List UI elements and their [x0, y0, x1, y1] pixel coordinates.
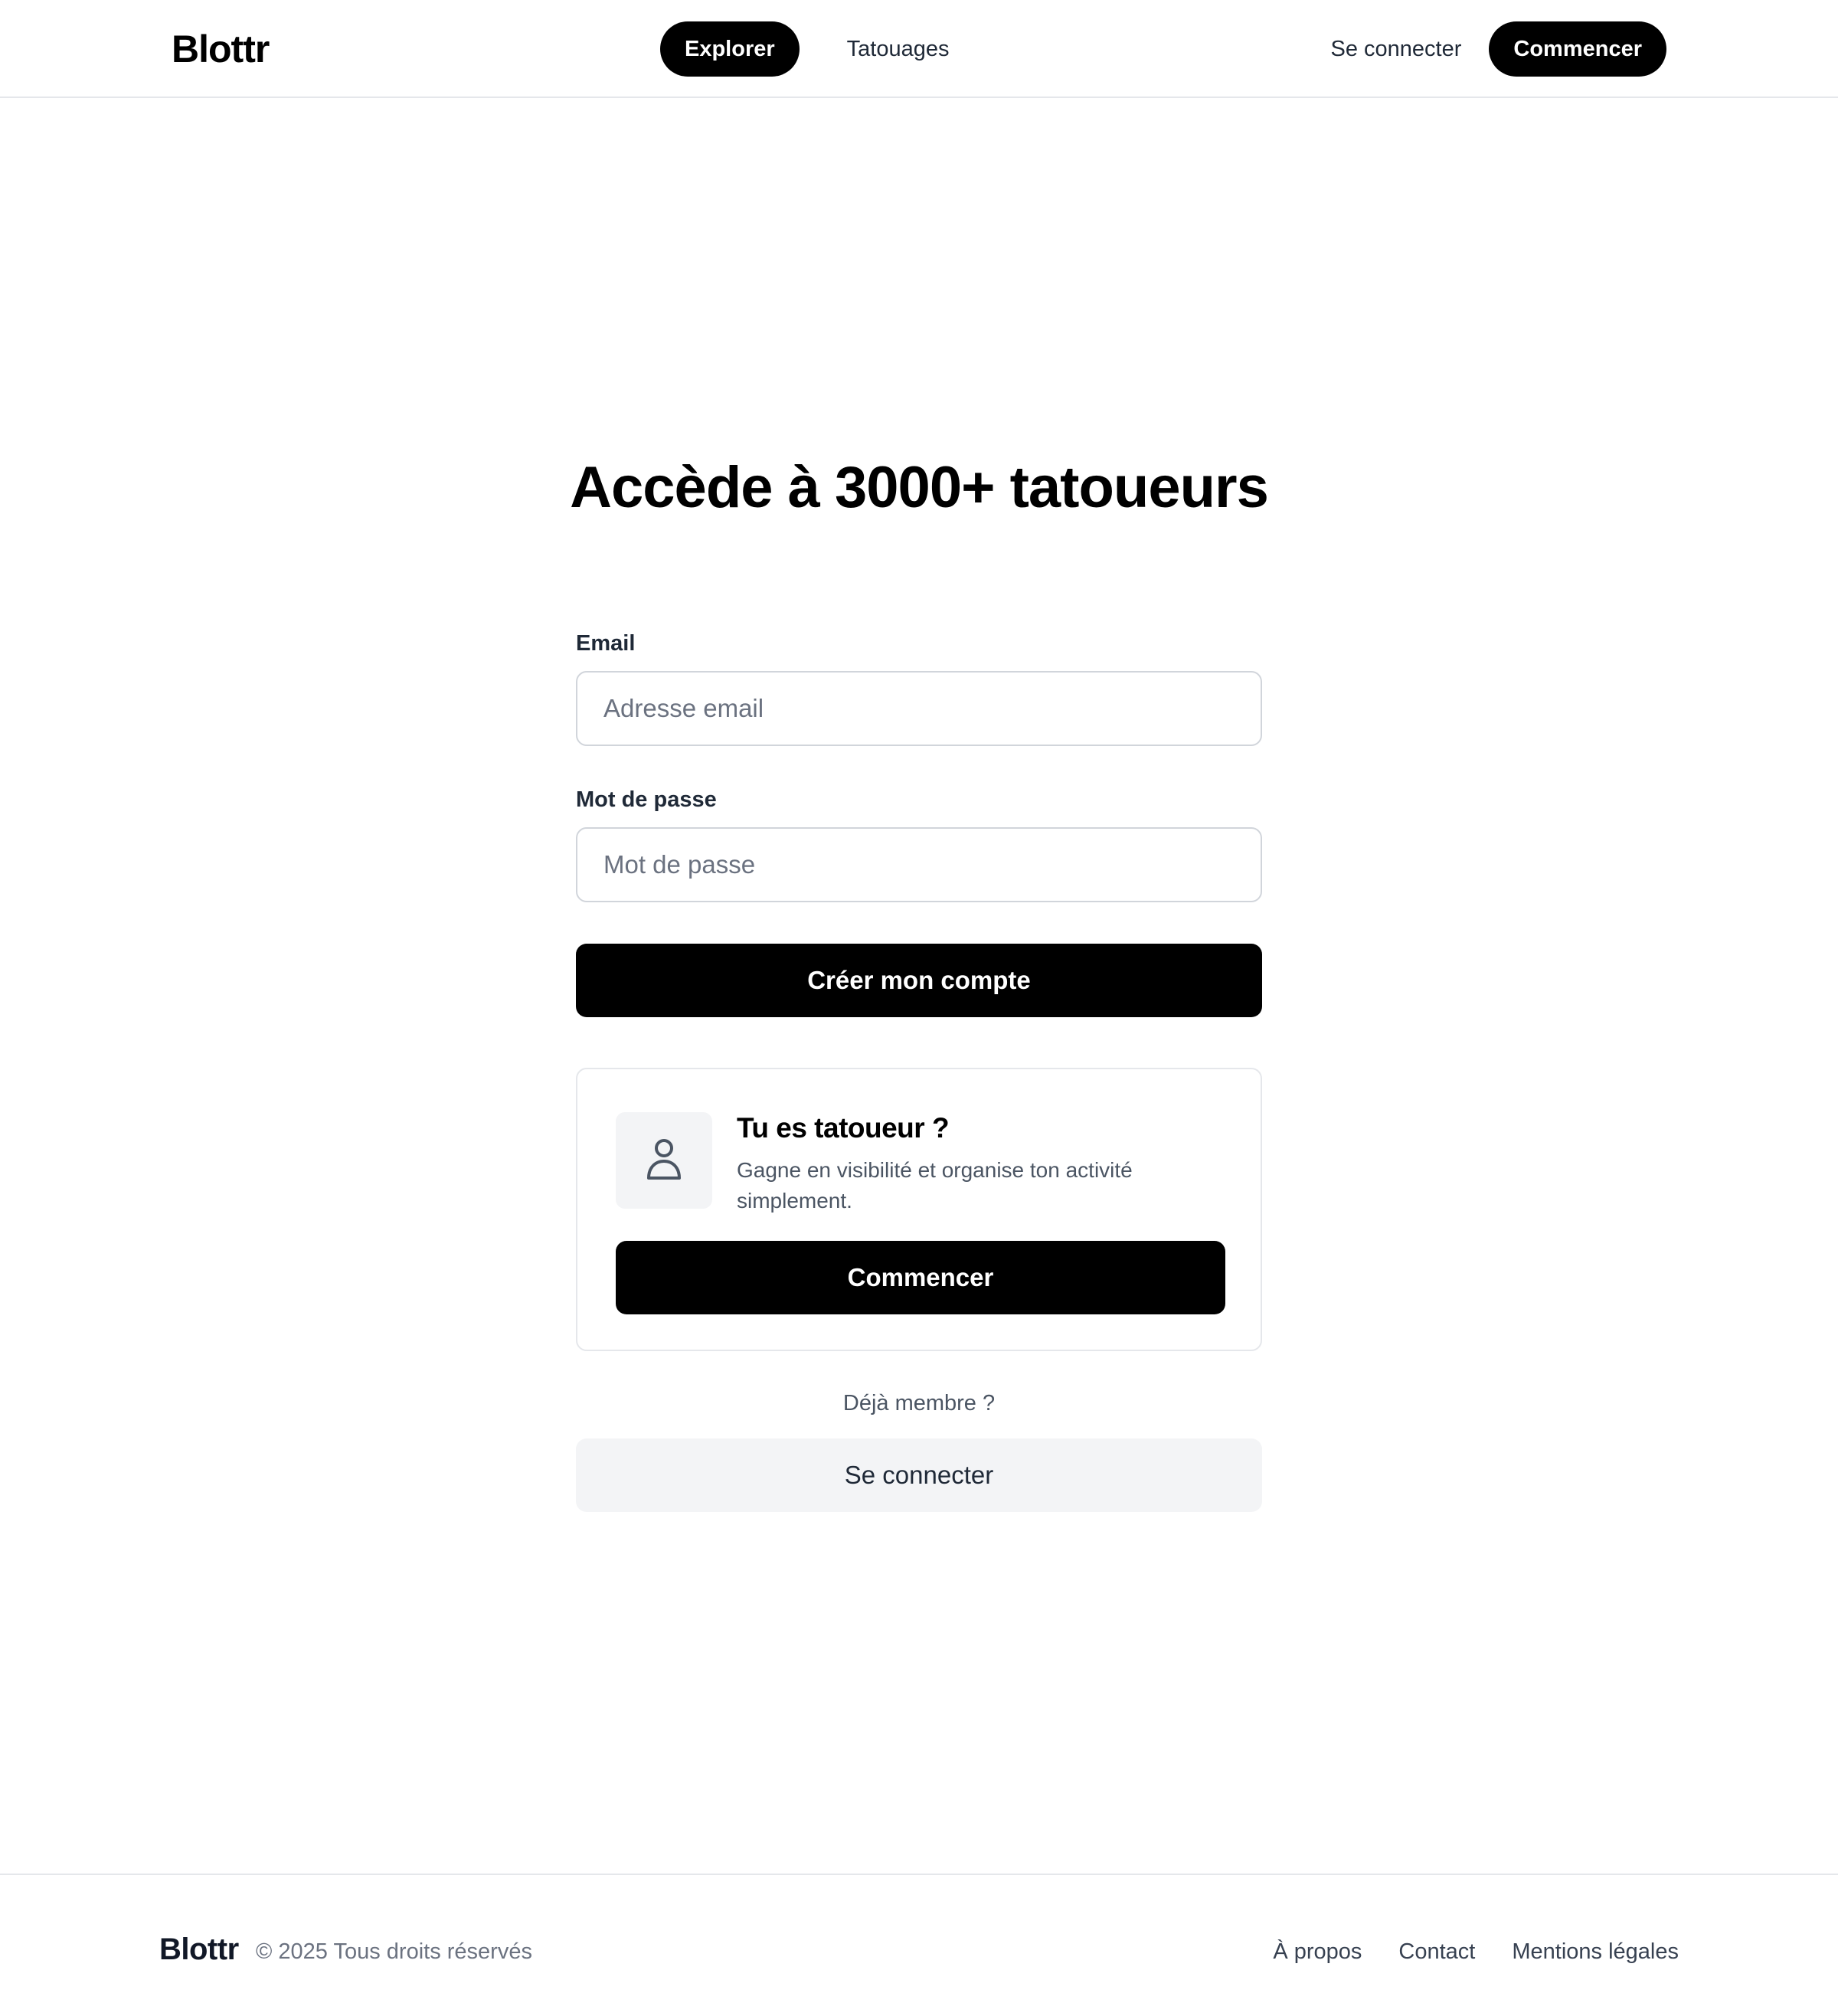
artist-start-button[interactable]: Commencer	[616, 1241, 1225, 1314]
artist-card-title: Tu es tatoueur ?	[737, 1112, 950, 1144]
email-label: Email	[576, 631, 636, 656]
login-button[interactable]: Se connecter	[576, 1438, 1262, 1512]
nav-tattoos-link[interactable]: Tatouages	[823, 21, 974, 77]
email-input[interactable]	[576, 671, 1262, 746]
top-navbar: Blottr Explorer Tatouages Se connecter C…	[0, 0, 1838, 98]
footer-link-legal[interactable]: Mentions légales	[1512, 1936, 1679, 1967]
footer-logo[interactable]: Blottr	[159, 1929, 239, 1970]
header-start-button[interactable]: Commencer	[1489, 21, 1666, 77]
nav-explore-button[interactable]: Explorer	[660, 21, 800, 77]
header-actions: Se connecter Commencer	[1306, 21, 1666, 77]
artist-card-description: Gagne en visibilité et organise ton acti…	[737, 1158, 1133, 1213]
footer-copyright: © 2025 Tous droits réservés	[256, 1939, 532, 1964]
password-label: Mot de passe	[576, 787, 717, 812]
footer-link-about[interactable]: À propos	[1273, 1936, 1362, 1967]
brand-logo[interactable]: Blottr	[172, 23, 270, 75]
footer-link-contact[interactable]: Contact	[1398, 1936, 1475, 1967]
artist-signup-card: Tu es tatoueur ? Gagne en visibilité et …	[576, 1068, 1262, 1351]
user-icon	[646, 1137, 682, 1185]
password-input[interactable]	[576, 827, 1262, 902]
page-title: Accède à 3000+ tatoueurs	[570, 455, 1269, 520]
header-login-link[interactable]: Se connecter	[1306, 21, 1486, 77]
footer-links: À propos Contact Mentions légales	[1273, 1936, 1679, 1967]
main-nav: Explorer Tatouages	[660, 21, 974, 77]
create-account-button[interactable]: Créer mon compte	[576, 944, 1262, 1017]
already-member-text: Déjà membre ?	[842, 1391, 996, 1415]
artist-icon-container	[616, 1112, 712, 1209]
footer: Blottr © 2025 Tous droits réservés À pro…	[0, 1874, 1838, 2016]
